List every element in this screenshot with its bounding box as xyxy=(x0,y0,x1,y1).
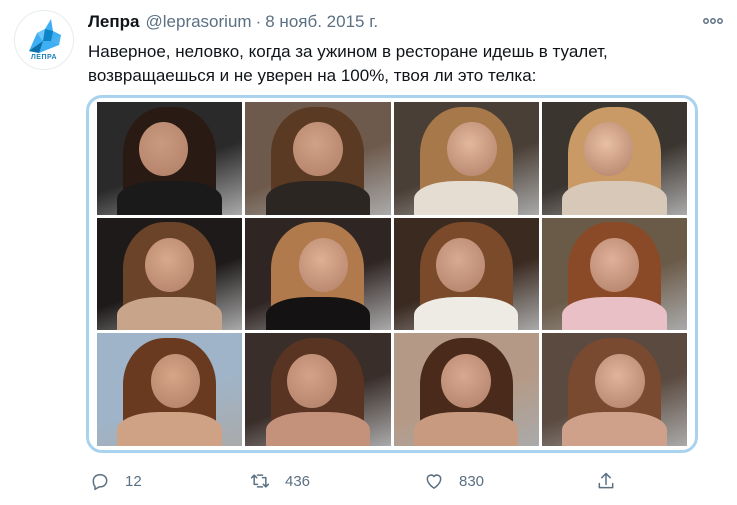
tweet[interactable]: ЛЕПРА Лепра @leprasorium · 8 нояб. 2015 … xyxy=(0,0,737,505)
tweet-date[interactable]: 8 нояб. 2015 г. xyxy=(265,12,378,32)
unicorn-logo-icon xyxy=(29,19,61,53)
photo-body xyxy=(117,180,222,215)
collage-photo xyxy=(245,333,391,446)
collage-photo xyxy=(97,333,243,446)
collage-photo xyxy=(541,102,687,215)
photo-face xyxy=(435,237,485,292)
collage-photo xyxy=(393,333,539,446)
photo-body xyxy=(117,412,222,446)
retweet-count: 436 xyxy=(285,472,311,490)
photo-body xyxy=(562,412,667,446)
tweet-header: Лепра @leprasorium · 8 нояб. 2015 г. xyxy=(88,11,378,33)
photo-face xyxy=(298,237,349,292)
photo-face xyxy=(441,353,491,408)
retweet-button[interactable]: 436 xyxy=(249,470,310,492)
photo-body xyxy=(413,296,519,331)
photo-body xyxy=(265,296,371,331)
tweet-text: Наверное, неловко, когда за ужином в рес… xyxy=(88,42,608,85)
share-icon xyxy=(595,470,617,492)
photo-face xyxy=(144,237,195,292)
collage-photo xyxy=(541,217,687,331)
collage-photo xyxy=(245,102,391,215)
reply-count: 12 xyxy=(125,472,142,490)
avatar-logo-text: ЛЕПРА xyxy=(30,54,58,61)
photo-face xyxy=(447,122,497,177)
photo-face xyxy=(595,353,645,408)
separator-dot: · xyxy=(255,12,262,31)
avatar[interactable]: ЛЕПРА xyxy=(14,10,74,70)
reply-icon xyxy=(89,470,111,492)
collage-photo xyxy=(245,217,391,331)
photo-body xyxy=(562,180,667,215)
more-dots-icon xyxy=(703,18,723,24)
author-handle[interactable]: @leprasorium xyxy=(146,12,252,32)
collage-photo xyxy=(393,102,539,215)
reply-button[interactable]: 12 xyxy=(89,470,142,492)
photo-body xyxy=(562,296,667,331)
more-button[interactable] xyxy=(700,10,726,32)
photo-grid xyxy=(97,102,687,446)
share-button[interactable] xyxy=(595,470,617,492)
retweet-icon xyxy=(249,470,271,492)
photo-face xyxy=(150,353,201,408)
photo-body xyxy=(265,180,371,215)
photo-body xyxy=(413,180,519,215)
collage-photo xyxy=(541,333,687,446)
photo-body xyxy=(265,412,371,446)
collage-photo xyxy=(393,217,539,331)
photo-face xyxy=(287,353,337,408)
like-button[interactable]: 830 xyxy=(423,470,484,492)
tweet-media[interactable] xyxy=(86,95,698,453)
photo-face xyxy=(293,122,343,177)
tweet-actions: 12 436 830 xyxy=(86,466,626,496)
like-count: 830 xyxy=(459,472,485,490)
photo-body xyxy=(413,412,519,446)
heart-icon xyxy=(423,470,445,492)
photo-face xyxy=(589,237,640,292)
author-name[interactable]: Лепра xyxy=(88,12,140,32)
collage-photo xyxy=(97,102,243,215)
collage-photo xyxy=(97,217,243,331)
photo-body xyxy=(117,296,222,331)
